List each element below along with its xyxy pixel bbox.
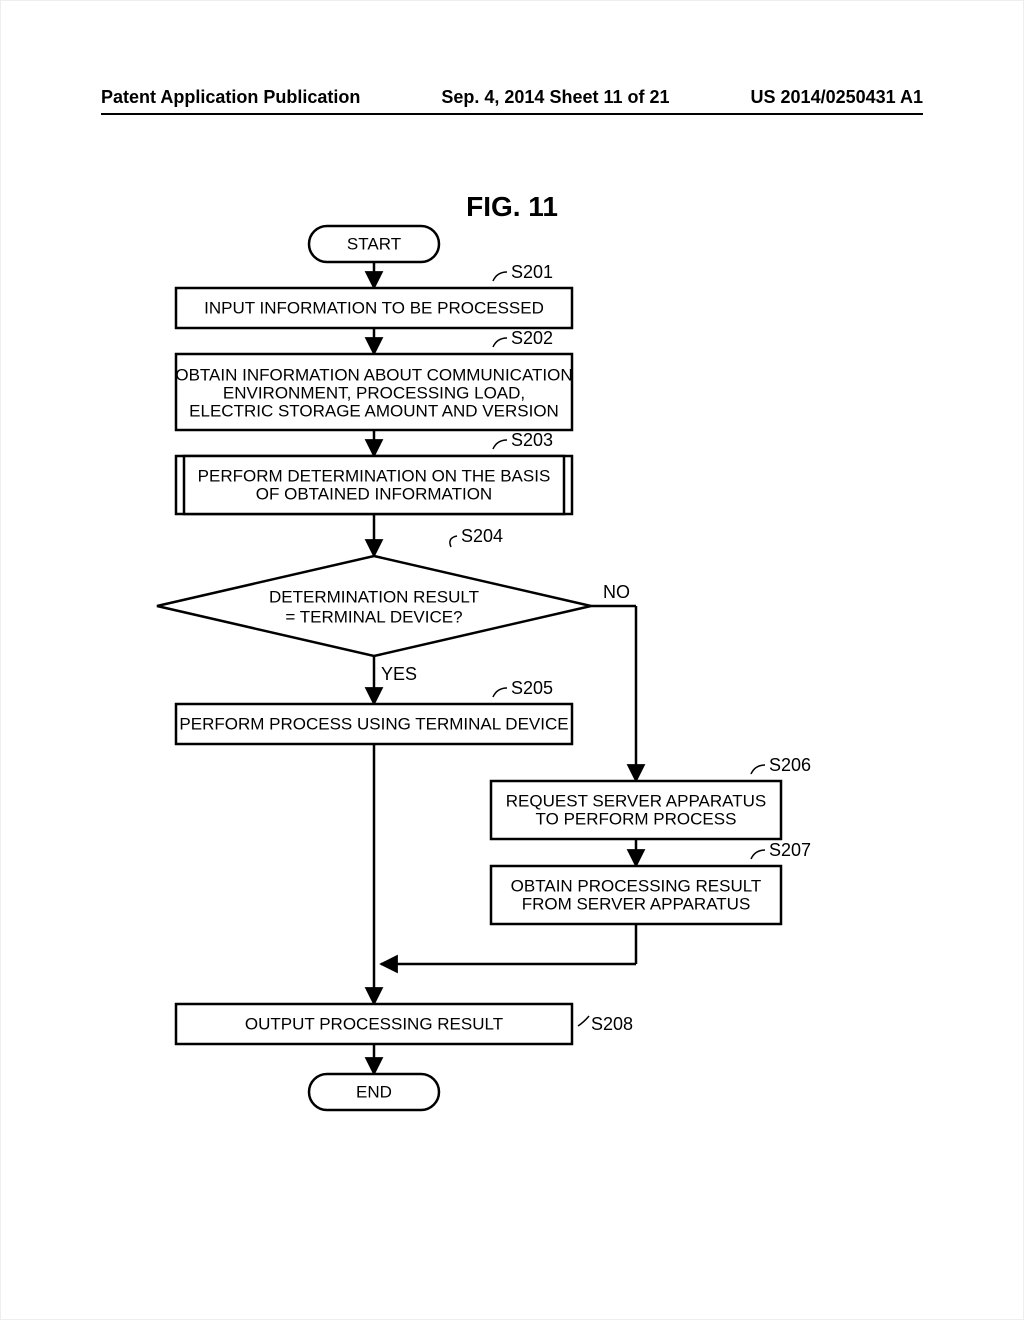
end-label: END <box>356 1082 392 1101</box>
s204-text-l2: = TERMINAL DEVICE? <box>285 607 462 626</box>
s202-step: S202 <box>511 328 553 348</box>
s206-text-l2: TO PERFORM PROCESS <box>536 809 737 828</box>
s205-step: S205 <box>511 678 553 698</box>
s204-text-l1: DETERMINATION RESULT <box>269 587 479 606</box>
s207-text-l1: OBTAIN PROCESSING RESULT <box>511 876 762 895</box>
s201-text: INPUT INFORMATION TO BE PROCESSED <box>204 298 544 317</box>
s208-text: OUTPUT PROCESSING RESULT <box>245 1014 503 1033</box>
s206-text-l1: REQUEST SERVER APPARATUS <box>506 791 766 810</box>
s208-step: S208 <box>591 1014 633 1034</box>
yes-label: YES <box>381 664 417 684</box>
s206-step: S206 <box>769 755 811 775</box>
s203-text-l1: PERFORM DETERMINATION ON THE BASIS <box>198 466 551 485</box>
flowchart: START INPUT INFORMATION TO BE PROCESSED … <box>51 226 975 1226</box>
s202-text-l2: ENVIRONMENT, PROCESSING LOAD, <box>223 383 525 402</box>
header-left: Patent Application Publication <box>101 87 360 108</box>
s202-text-l3: ELECTRIC STORAGE AMOUNT AND VERSION <box>189 401 559 420</box>
s203-text-l2: OF OBTAINED INFORMATION <box>256 484 492 503</box>
s204-step: S204 <box>461 526 503 546</box>
figure-title: FIG. 11 <box>466 191 558 223</box>
s201-step: S201 <box>511 262 553 282</box>
header-center: Sep. 4, 2014 Sheet 11 of 21 <box>441 87 669 108</box>
page-header: Patent Application Publication Sep. 4, 2… <box>101 87 923 108</box>
s207-text-l2: FROM SERVER APPARATUS <box>522 894 751 913</box>
s203-step: S203 <box>511 430 553 450</box>
s202-text-l1: OBTAIN INFORMATION ABOUT COMMUNICATION <box>175 365 572 384</box>
s207-step: S207 <box>769 840 811 860</box>
page: Patent Application Publication Sep. 4, 2… <box>0 0 1024 1320</box>
s205-text: PERFORM PROCESS USING TERMINAL DEVICE <box>179 714 568 733</box>
header-rule <box>101 113 923 115</box>
no-label: NO <box>603 582 630 602</box>
start-label: START <box>347 234 401 253</box>
header-right: US 2014/0250431 A1 <box>751 87 923 108</box>
